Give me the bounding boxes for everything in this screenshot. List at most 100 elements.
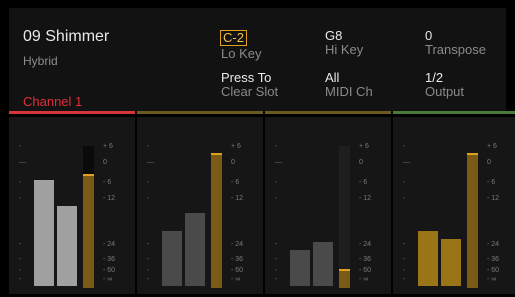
channel-panel[interactable]: - — - - - - - - + 6 0 - 6 - 12 - 24 - 36 - 60 - ∞ — [265, 117, 391, 294]
meter-scale-label: 0 — [487, 159, 491, 166]
meter-tick: - — [19, 256, 22, 263]
level-bar — [57, 206, 77, 286]
level-bar — [185, 213, 205, 286]
meter-tick: - — [147, 256, 150, 263]
meter-tick: - — [19, 195, 22, 202]
meter-tick: - — [19, 179, 22, 186]
meter-scale-label: - 24 — [359, 241, 372, 248]
param-midi-ch-value[interactable]: All — [325, 71, 373, 85]
meter-tick: - — [275, 276, 278, 283]
meter-scale-label: - 60 — [103, 267, 116, 274]
param-midi-ch[interactable]: All MIDI Ch — [325, 71, 373, 99]
meter-scale-label: - 36 — [103, 256, 116, 263]
meter-scale-label: - ∞ — [487, 276, 497, 283]
param-output-value[interactable]: 1/2 — [425, 71, 464, 85]
level-bar — [313, 242, 333, 286]
param-clear-slot[interactable]: Press To Clear Slot — [221, 71, 278, 99]
meter-scale-label: - ∞ — [359, 276, 369, 283]
param-hi-key[interactable]: G8 Hi Key — [325, 29, 363, 57]
param-lo-key-value[interactable]: C-2 — [220, 30, 247, 46]
meter-tick: - — [275, 143, 278, 150]
meter-scale-label: 0 — [103, 159, 107, 166]
meter-scale-label: - 6 — [359, 179, 368, 186]
meter-tick: - — [403, 195, 406, 202]
channel-accent-line — [265, 111, 391, 114]
param-midi-ch-label: MIDI Ch — [325, 84, 373, 99]
meter-tick: - — [403, 179, 406, 186]
meter-tick: - — [275, 195, 278, 202]
meter-tick: — — [403, 159, 410, 166]
meter-scale-label: 0 — [231, 159, 235, 166]
meter-scale-label: - 12 — [103, 195, 116, 202]
meter-tick: - — [19, 241, 22, 248]
meter-scale-label: - 12 — [359, 195, 372, 202]
meter-tick: — — [147, 159, 154, 166]
meter-tick: - — [403, 267, 406, 274]
meter-scale-label: - 24 — [231, 241, 244, 248]
channel-accent-line — [137, 111, 263, 114]
meter-scale-label: - 60 — [231, 267, 244, 274]
meter-tick: - — [403, 256, 406, 263]
meter-scale-label: - 6 — [103, 179, 112, 186]
param-hi-key-value[interactable]: G8 — [325, 29, 363, 43]
meter-scale-label: 0 — [359, 159, 363, 166]
meter-scale-label: - 6 — [231, 179, 240, 186]
fader-fill[interactable] — [83, 174, 94, 288]
param-hi-key-label: Hi Key — [325, 42, 364, 57]
meter-tick: - — [275, 267, 278, 274]
param-lo-key[interactable]: C-2 Lo Key — [220, 29, 262, 61]
fader-fill[interactable] — [211, 153, 222, 288]
meter-scale-label: - 60 — [487, 267, 500, 274]
meter-tick: - — [147, 267, 150, 274]
meter-tick: - — [403, 143, 406, 150]
channel-panel[interactable]: - — - - - - - - + 6 0 - 6 - 12 - 24 - 36 - 60 - ∞ — [137, 117, 263, 294]
channel-panel[interactable]: - — - - - - - - + 6 0 - 6 - 12 - 24 - 36 - 60 - ∞ — [393, 117, 515, 294]
meter-scale-label: + 6 — [487, 143, 497, 150]
param-clear-slot-label: Clear Slot — [221, 84, 279, 99]
meter-scale-label: + 6 — [231, 143, 241, 150]
param-transpose[interactable]: 0 Transpose — [425, 29, 486, 57]
level-bar — [290, 250, 310, 286]
meter-scale-label: - 24 — [103, 241, 116, 248]
meter-tick: - — [147, 143, 150, 150]
meter-tick: - — [19, 267, 22, 274]
meter-scale-label: + 6 — [103, 143, 113, 150]
param-lo-key-label: Lo Key — [221, 46, 262, 61]
meter-tick: - — [147, 195, 150, 202]
level-bar — [418, 231, 438, 286]
level-bar — [441, 239, 461, 286]
param-transpose-value[interactable]: 0 — [425, 29, 486, 43]
meter-tick: - — [147, 276, 150, 283]
meter-scale-label: - 36 — [487, 256, 500, 263]
meter-scale-label: + 6 — [359, 143, 369, 150]
patch-type: Hybrid — [23, 54, 58, 68]
meter-scale-label: - 60 — [359, 267, 372, 274]
channel-name[interactable]: Channel 1 — [23, 94, 82, 109]
fader-fill[interactable] — [339, 269, 350, 288]
meter-scale-label: - 12 — [487, 195, 500, 202]
meter-tick: — — [275, 159, 282, 166]
patch-name: 09 Shimmer — [23, 28, 110, 45]
param-output[interactable]: 1/2 Output — [425, 71, 464, 99]
meter-scale-label: - ∞ — [231, 276, 241, 283]
param-clear-slot-value[interactable]: Press To — [221, 71, 278, 85]
meter-tick: - — [403, 241, 406, 248]
screen: 09 Shimmer Hybrid Channel 1 C-2 Lo Key G… — [0, 0, 515, 297]
level-bar — [34, 180, 54, 286]
channel-accent-line — [393, 111, 515, 114]
channel-panel[interactable]: - — - - - - - - + 6 0 - 6 - 12 - 24 - 36 - 60 - ∞ — [9, 117, 135, 294]
meter-scale-label: - 6 — [487, 179, 496, 186]
param-output-label: Output — [425, 84, 465, 99]
meter-tick: - — [275, 256, 278, 263]
meter-tick: — — [19, 159, 26, 166]
meter-tick: - — [19, 143, 22, 150]
fader-fill[interactable] — [467, 153, 478, 288]
meter-scale-label: - ∞ — [103, 276, 113, 283]
param-transpose-label: Transpose — [425, 42, 486, 57]
meter-scale-label: - 12 — [231, 195, 244, 202]
meter-tick: - — [147, 179, 150, 186]
fader-track[interactable] — [339, 146, 350, 286]
meter-tick: - — [19, 276, 22, 283]
meter-scale-label: - 36 — [359, 256, 372, 263]
meter-tick: - — [275, 241, 278, 248]
